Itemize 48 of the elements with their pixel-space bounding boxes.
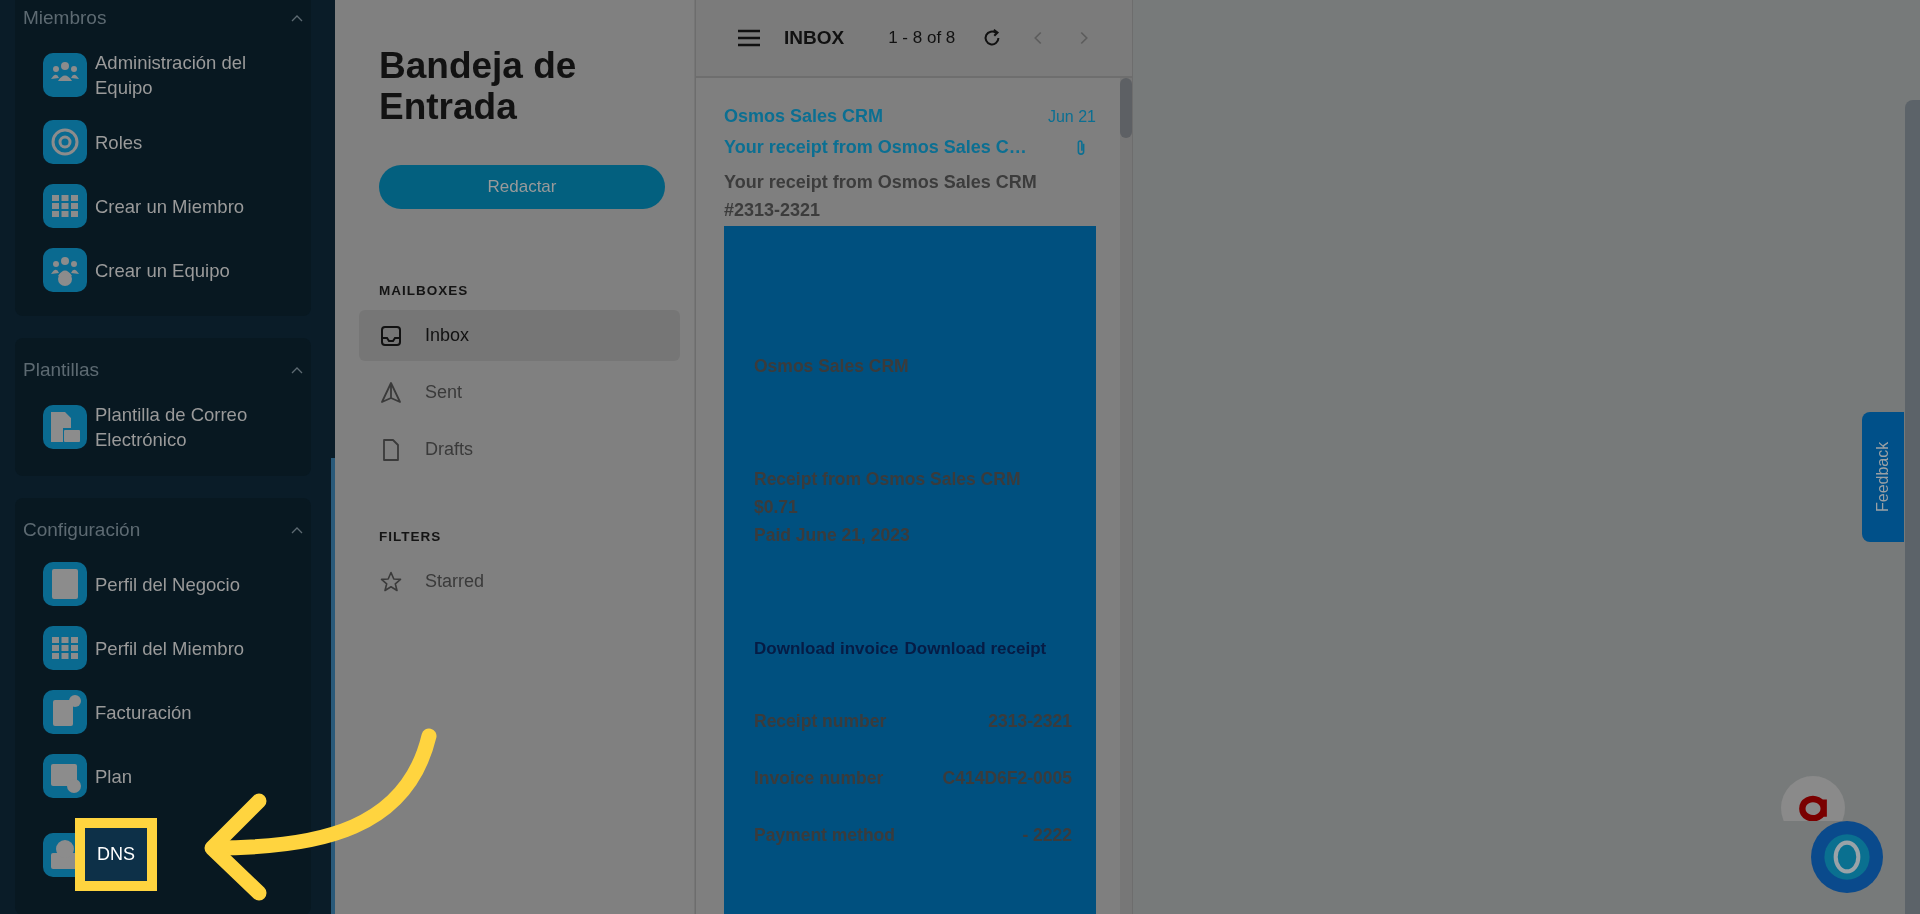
- scrollbar-thumb[interactable]: [1120, 78, 1132, 138]
- detail-label: Receipt number: [754, 711, 887, 732]
- chat-bubble-icon[interactable]: [1811, 821, 1883, 893]
- menu-item[interactable]: Plan: [95, 763, 133, 789]
- send-icon: [379, 380, 403, 405]
- scrollbar-track[interactable]: [1905, 100, 1920, 914]
- mailbox-item[interactable]: Inbox: [359, 310, 680, 361]
- section-heading: MAILBOXES: [379, 283, 470, 298]
- caret-icon[interactable]: [291, 14, 303, 22]
- receipt-line: Receipt from Osmos Sales CRM: [754, 468, 1022, 491]
- receipt-line: Paid June 21, 2023: [754, 524, 911, 547]
- menu-item[interactable]: Crear un Miembro: [95, 193, 245, 219]
- team-icon[interactable]: [43, 53, 87, 97]
- caret-icon[interactable]: [291, 366, 303, 374]
- menu-item[interactable]: Crear un Equipo: [95, 257, 230, 283]
- group-title: Configuración: [23, 519, 141, 541]
- list-title: INBOX: [784, 27, 845, 49]
- menu-item[interactable]: DNS: [85, 828, 147, 881]
- grid-icon[interactable]: [43, 626, 87, 670]
- chat-logo-icon[interactable]: [1781, 776, 1845, 821]
- menu-item[interactable]: Administración del Equipo: [95, 50, 285, 100]
- message-preview: Your receipt from Osmos Sales CRM #2313-2321: [724, 171, 1038, 222]
- detail-value: 2313-2321: [988, 711, 1072, 732]
- group-title: Plantillas: [23, 359, 100, 381]
- detail-value: - 2222: [1022, 825, 1072, 846]
- menu-item[interactable]: Perfil del Miembro: [95, 635, 245, 661]
- detail-label: Invoice number: [754, 768, 884, 789]
- star-icon: [379, 569, 403, 594]
- menu-item[interactable]: Plantilla de Correo Electrónico: [95, 402, 285, 452]
- menu-item[interactable]: Facturación: [95, 699, 192, 725]
- target-icon[interactable]: [43, 120, 87, 164]
- detail-label: Payment method: [754, 825, 895, 846]
- detail-value: C414D6F2-0005: [942, 768, 1072, 789]
- scrollbar-thumb[interactable]: [331, 458, 335, 914]
- menu-item[interactable]: Perfil del Negocio: [95, 571, 240, 597]
- section-heading: FILTERS: [379, 529, 443, 544]
- message-date: Jun 21: [1047, 107, 1096, 126]
- page-title: Bandeja de Entrada: [379, 45, 578, 127]
- menu-item[interactable]: Roles: [95, 129, 143, 155]
- caret-icon[interactable]: [291, 526, 303, 534]
- grid-icon[interactable]: [43, 184, 87, 228]
- email-brand: Osmos Sales CRM: [754, 356, 910, 377]
- receipt-line: $0.71: [754, 496, 799, 519]
- document-mail-icon[interactable]: [43, 405, 87, 449]
- inbox-icon: [379, 323, 403, 348]
- menu-icon[interactable]: [738, 29, 760, 47]
- page-range: 1 - 8 of 8: [888, 28, 956, 48]
- group-title: Miembros: [23, 7, 107, 29]
